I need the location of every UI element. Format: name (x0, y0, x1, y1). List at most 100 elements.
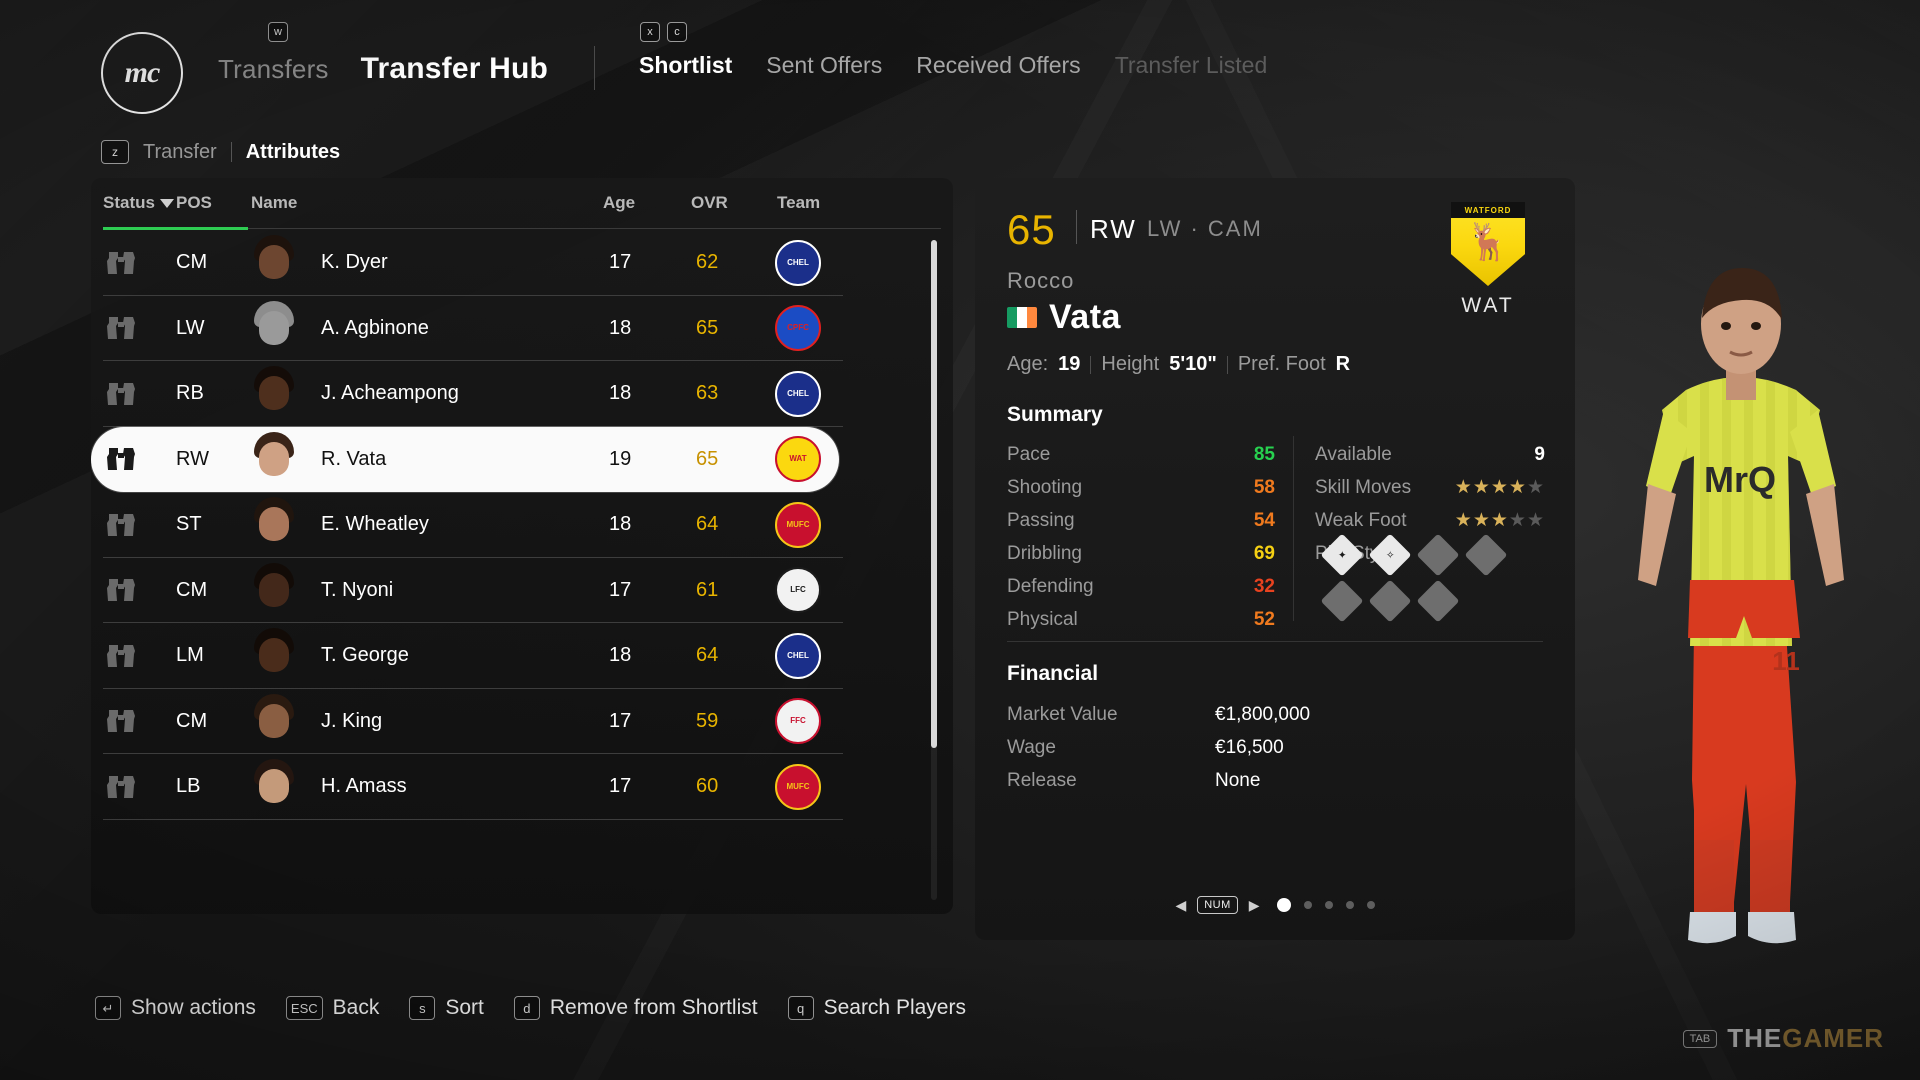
detail-secondary-positions: LW · CAM (1147, 216, 1263, 241)
table-row[interactable]: CM J. King 17 59 FFC (91, 689, 953, 754)
row-age: 19 (609, 447, 632, 470)
column-header-team[interactable]: Team (777, 193, 820, 213)
pager-dot[interactable] (1345, 901, 1354, 909)
secondary-nav: Shortlist Sent Offers Received Offers Tr… (639, 52, 1267, 79)
row-player-face (243, 755, 305, 819)
action-bar: ↵ Show actions ESC Back s Sort d Remove from Sh… (95, 996, 966, 1020)
action-label: Remove from Shortlist (549, 996, 758, 1019)
row-status-icon[interactable] (105, 575, 137, 605)
action-label: Sort (445, 996, 484, 1019)
sort-descending-icon (159, 198, 174, 208)
foot-value: R (1335, 353, 1351, 375)
row-player-face (243, 428, 305, 492)
pager-next-icon[interactable]: ▶ (1249, 897, 1260, 914)
row-ovr: 63 (696, 382, 719, 405)
financial-value: €16,500 (1215, 736, 1284, 758)
action-back[interactable]: ESC Back (285, 996, 379, 1020)
stat-row: Dribbling 69 (1007, 537, 1275, 570)
sub-tabs: z Transfer Attributes (101, 140, 340, 164)
stat-value: 54 (1253, 509, 1275, 531)
subtab-transfer[interactable]: Transfer (143, 141, 217, 164)
row-player-name: J. Acheampong (321, 382, 459, 405)
pager-prev-icon[interactable]: ◀ (1175, 897, 1186, 914)
row-team-crest: CHEL (775, 239, 821, 286)
row-status-icon[interactable] (105, 706, 137, 736)
row-status-icon[interactable] (105, 379, 137, 409)
tab-received-offers[interactable]: Received Offers (916, 52, 1080, 79)
row-status-icon[interactable] (105, 313, 137, 343)
club-abbreviation: WAT (1461, 294, 1515, 317)
list-scrollbar[interactable] (931, 240, 937, 900)
financial-divider (1007, 641, 1543, 642)
row-player-name: R. Vata (321, 447, 387, 470)
stat-value: 32 (1253, 575, 1275, 597)
row-ovr: 65 (696, 316, 719, 339)
table-row[interactable]: CM T. Nyoni 17 61 LFC (91, 558, 953, 623)
pager-dot[interactable] (1276, 898, 1291, 912)
table-row[interactable]: LW A. Agbinone 18 65 CPFC (91, 296, 953, 361)
row-age: 17 (609, 251, 632, 274)
meta-row: Skill Moves ★★★★★ (1315, 471, 1545, 504)
nav-transfer-hub[interactable]: Transfer Hub (361, 52, 548, 86)
binoculars-icon (107, 317, 135, 340)
nav-transfers[interactable]: Transfers (218, 54, 329, 85)
column-header-age[interactable]: Age (603, 193, 635, 213)
tab-shortlist[interactable]: Shortlist (639, 52, 732, 79)
stat-value: 85 (1253, 443, 1275, 465)
action-remove-from-shortlist[interactable]: d Remove from Shortlist (513, 996, 758, 1020)
row-ovr: 62 (696, 251, 719, 274)
row-status-icon[interactable] (105, 641, 137, 671)
pager-dot[interactable] (1303, 901, 1312, 909)
summary-vertical-divider (1293, 436, 1294, 621)
meta-row: Weak Foot ★★★★★ (1315, 504, 1545, 537)
watermark-text: THEGAMER (1727, 1023, 1884, 1054)
table-row[interactable]: ST E. Wheatley 18 64 MUFC (91, 492, 953, 558)
row-team-crest: LFC (775, 567, 821, 614)
binoculars-icon (107, 579, 135, 602)
row-player-name: H. Amass (321, 775, 407, 798)
row-team-crest: CPFC (775, 305, 821, 352)
tab-sent-offers[interactable]: Sent Offers (766, 52, 882, 79)
list-scrollbar-thumb[interactable] (931, 240, 937, 748)
table-row[interactable]: CM K. Dyer 17 62 CHEL (91, 230, 953, 296)
row-age: 17 (609, 775, 632, 798)
pager-dot[interactable] (1324, 901, 1333, 909)
row-player-name: J. King (321, 709, 383, 732)
row-ovr: 64 (696, 513, 719, 536)
playstyle-icon: ✦ (1320, 533, 1364, 577)
action-sort[interactable]: s Sort (409, 996, 484, 1020)
stat-row: Passing 54 (1007, 504, 1275, 537)
column-header-ovr[interactable]: OVR (691, 193, 728, 213)
list-header-row: Status POS Name Age OVR Team (91, 178, 953, 228)
financial-row: Release None (1007, 764, 1407, 797)
binoculars-icon (107, 251, 135, 274)
table-row[interactable]: LB H. Amass 17 60 MUFC (91, 754, 953, 820)
column-header-pos[interactable]: POS (176, 193, 212, 213)
action-key: ESC (285, 996, 323, 1020)
action-show-actions[interactable]: ↵ Show actions (95, 996, 256, 1020)
action-search-players[interactable]: q Search Players (787, 996, 966, 1020)
detail-first-name: Rocco (1007, 268, 1075, 293)
row-status-icon[interactable] (105, 510, 137, 540)
row-position: RB (176, 382, 204, 405)
playstyle-icon: ✧ (1368, 533, 1412, 577)
action-key: d (513, 996, 540, 1020)
table-row[interactable]: RB J. Acheampong 18 63 CHEL (91, 361, 953, 427)
shortlist-panel: Status POS Name Age OVR Team CM K. Dyer 17… (91, 178, 953, 914)
column-header-name[interactable]: Name (251, 193, 297, 213)
subtab-attributes[interactable]: Attributes (246, 141, 340, 164)
pager-dot[interactable] (1366, 901, 1375, 909)
row-status-icon[interactable] (105, 248, 137, 278)
row-player-face (243, 362, 305, 426)
svg-text:11: 11 (1772, 646, 1800, 676)
row-ovr: 64 (696, 644, 719, 667)
row-player-name: K. Dyer (321, 251, 388, 274)
row-status-icon[interactable] (105, 444, 137, 474)
hint-keys-xc: x c (640, 22, 687, 42)
row-age: 18 (609, 644, 632, 667)
row-status-icon[interactable] (105, 772, 137, 802)
table-row[interactable]: LM T. George 18 64 CHEL (91, 623, 953, 689)
table-row-selected[interactable]: RW R. Vata 19 65 WAT (91, 426, 839, 492)
stat-label: Physical (1007, 608, 1078, 630)
column-header-status[interactable]: Status (103, 193, 174, 213)
